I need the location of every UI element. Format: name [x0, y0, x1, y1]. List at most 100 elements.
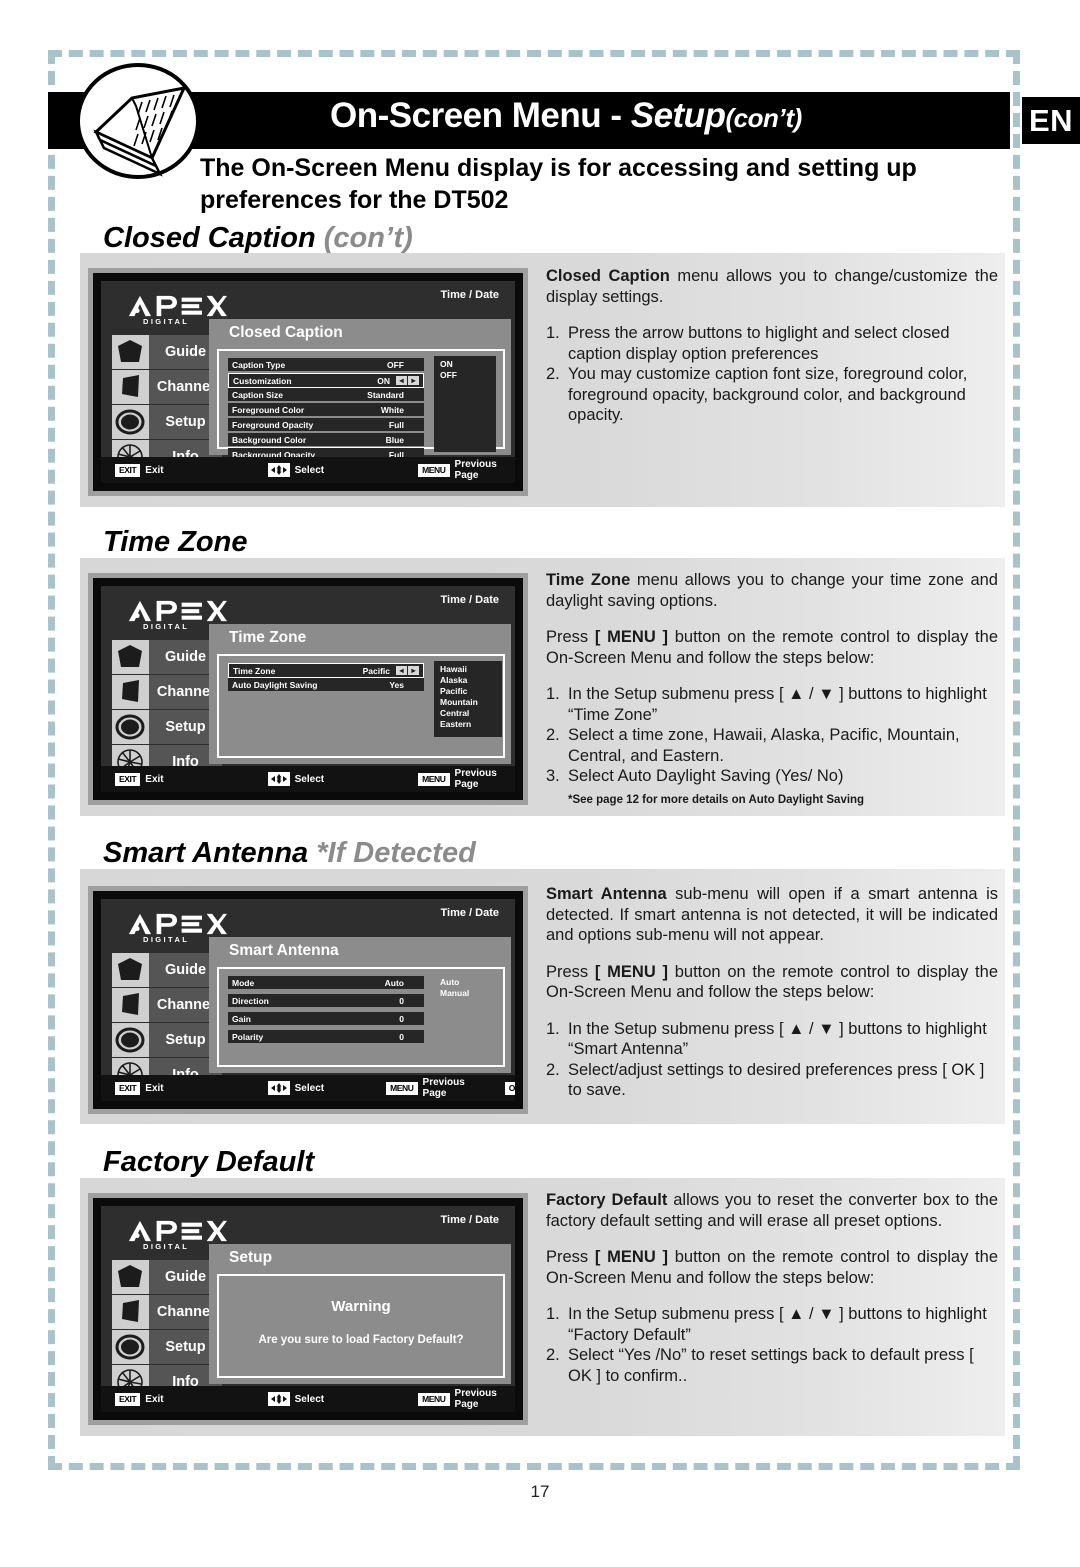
dpad-icon: [267, 772, 290, 786]
dpad-icon: [267, 1081, 290, 1095]
step-number: 2.: [546, 1060, 560, 1079]
osd-footer-menu[interactable]: MENU Previous Page: [386, 1077, 465, 1099]
section-heading-factory-default: Factory Default: [103, 1146, 983, 1179]
osd-option-value: 0: [399, 1031, 404, 1042]
osd-option-row-selected[interactable]: Time Zone Pacific ◂ ▸: [228, 663, 424, 678]
osd-option-row[interactable]: Caption Size Standard: [228, 388, 424, 401]
osd-nav-item-setup[interactable]: Setup: [112, 405, 222, 439]
osd-dropdown-option[interactable]: Eastern: [440, 719, 496, 730]
osd-nav-item-channel[interactable]: Channel: [112, 988, 222, 1022]
step-number: 2.: [546, 365, 560, 383]
osd-option-row[interactable]: Foreground Opacity Full: [228, 418, 424, 431]
osd-option-row[interactable]: Polarity 0: [228, 1030, 424, 1043]
osd-option-label: Customization: [233, 375, 292, 386]
left-right-arrow-icons[interactable]: ◂ ▸: [396, 666, 419, 675]
osd-footer-select[interactable]: Select: [267, 1392, 325, 1406]
steps-list: 1. Press the arrow buttons to higlight an…: [546, 323, 998, 426]
osd-dropdown-list[interactable]: ON OFF: [434, 356, 496, 452]
osd-footer-menu[interactable]: MENU Previous Page: [418, 1388, 515, 1410]
osd-option-label: Caption Type: [232, 359, 286, 370]
heading-muted: (con’t): [323, 222, 413, 254]
osd-nav-item-guide[interactable]: Guide: [112, 1260, 222, 1294]
intro-bold: Smart Antenna: [546, 885, 667, 903]
osd-footer-label: Select: [294, 773, 325, 785]
osd-dropdown-list[interactable]: Hawaii Alaska Pacific Mountain Central E…: [434, 661, 502, 737]
osd-footer-select[interactable]: Select: [267, 1081, 324, 1095]
osd-footer-exit[interactable]: EXIT Exit: [115, 1392, 164, 1406]
osd-footer-ok[interactable]: OK Save: [504, 1081, 515, 1095]
osd-footer-label: Select: [294, 464, 325, 476]
osd-time-date: Time / Date: [440, 907, 500, 919]
warning-message: Are you sure to load Factory Default?: [258, 1334, 464, 1346]
osd-dropdown-option[interactable]: Mountain: [440, 697, 496, 708]
osd-option-row[interactable]: Mode Auto: [228, 976, 424, 989]
osd-nav-item-guide[interactable]: Guide: [112, 953, 222, 987]
osd-subpanel-title: Smart Antenna: [229, 942, 339, 959]
osd-footer-select[interactable]: Select: [267, 772, 325, 786]
osd-nav-item-channel[interactable]: Channel: [112, 370, 222, 404]
osd-nav-item-guide[interactable]: Guide: [112, 335, 222, 369]
left-right-arrow-icons[interactable]: ◂ ▸: [396, 376, 419, 385]
osd-option-label: Gain: [232, 1013, 251, 1024]
ring-icon: [112, 1330, 149, 1364]
description-time-zone: Time Zone menu allows you to change your…: [546, 570, 998, 810]
step-number: 1.: [546, 685, 560, 703]
osd-footer-label: Select: [294, 1393, 325, 1405]
osd-option-row[interactable]: Gain 0: [228, 1012, 424, 1025]
footnote-daylight-saving: *See page 12 for more details on Auto Da…: [568, 793, 865, 806]
step-text: Select/adjust settings to desired prefer…: [568, 1060, 985, 1100]
osd-dropdown-option[interactable]: Hawaii: [440, 664, 496, 675]
osd-option-row-selected[interactable]: Customization ON ◂ ▸: [228, 373, 424, 388]
osd-dropdown-option[interactable]: OFF: [440, 370, 490, 381]
osd-option-row[interactable]: Background Color Blue: [228, 433, 424, 446]
step-text: In the Setup submenu press [ ▲ / ▼ ] but…: [568, 1019, 987, 1059]
osd-dropdown-list[interactable]: Auto Manual: [434, 974, 498, 1004]
osd-footer-bar: EXIT Exit Select MENU Previous Page OK S…: [101, 1075, 515, 1101]
osd-screenshot-time-zone: DIGITAL Time / Date Guide Channel Setup: [88, 573, 528, 805]
osd-nav-item-guide[interactable]: Guide: [112, 640, 222, 674]
osd-footer-label: Exit: [145, 1082, 164, 1094]
quadrilateral-icon: [112, 988, 149, 1022]
heading-text: Time Zone: [103, 526, 248, 558]
osd-option-row[interactable]: Foreground Color White: [228, 403, 424, 416]
osd-dropdown-option[interactable]: Alaska: [440, 675, 496, 686]
osd-subpanel-title: Closed Caption: [229, 324, 343, 341]
osd-footer-select[interactable]: Select: [267, 463, 325, 477]
osd-nav-item-setup[interactable]: Setup: [112, 1023, 222, 1057]
osd-dropdown-option[interactable]: Auto: [440, 977, 492, 988]
page-title-italic: Setup: [630, 96, 726, 135]
exit-key-icon: EXIT: [115, 1392, 141, 1406]
osd-nav-item-setup[interactable]: Setup: [112, 710, 222, 744]
osd-footer-menu[interactable]: MENU Previous Page: [418, 459, 515, 481]
step-number: 2.: [546, 1346, 560, 1364]
osd-footer-menu[interactable]: MENU Previous Page: [418, 768, 515, 790]
osd-option-value: Pacific: [362, 665, 390, 676]
quadrilateral-icon: [112, 1295, 149, 1329]
pentagon-icon: [112, 335, 149, 369]
osd-dropdown-option[interactable]: Central: [440, 708, 496, 719]
osd-nav-list: Guide Channel Setup: [112, 335, 222, 475]
osd-footer-exit[interactable]: EXIT Exit: [115, 772, 164, 786]
osd-dropdown-option[interactable]: Manual: [440, 988, 492, 999]
page-title-suffix: (con’t): [725, 103, 802, 133]
osd-screenshot-factory-default: DIGITAL Time / Date Guide Channel Setup: [88, 1193, 528, 1425]
page-title: On-Screen Menu - Setup(con’t): [330, 96, 970, 146]
dpad-icon: [267, 1392, 290, 1406]
osd-nav-item-channel[interactable]: Channel: [112, 675, 222, 709]
osd-footer-exit[interactable]: EXIT Exit: [115, 463, 164, 477]
osd-option-row[interactable]: Auto Daylight Saving Yes: [228, 678, 424, 691]
osd-dropdown-option[interactable]: ON: [440, 359, 490, 370]
osd-nav-item-setup[interactable]: Setup: [112, 1330, 222, 1364]
osd-option-row[interactable]: Direction 0: [228, 994, 424, 1007]
section-heading-closed-caption: Closed Caption (con’t): [103, 222, 983, 255]
osd-footer-label: Exit: [145, 464, 164, 476]
osd-nav-item-channel[interactable]: Channel: [112, 1295, 222, 1329]
section-heading-time-zone: Time Zone: [103, 526, 983, 559]
osd-footer-exit[interactable]: EXIT Exit: [115, 1081, 164, 1095]
osd-option-row[interactable]: Caption Type OFF: [228, 358, 424, 371]
osd-option-value: Blue: [385, 434, 404, 445]
osd-option-value: 0: [399, 1013, 404, 1024]
ring-icon: [112, 710, 149, 744]
section-heading-smart-antenna: Smart Antenna *If Detected: [103, 837, 983, 870]
osd-dropdown-option[interactable]: Pacific: [440, 686, 496, 697]
